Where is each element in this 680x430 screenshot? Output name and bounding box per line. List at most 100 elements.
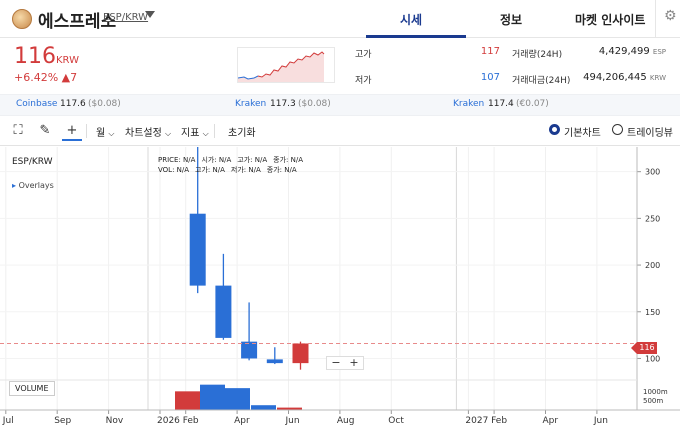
x-axis-tick-label: Jun [593, 416, 608, 426]
legend-high: 고가: N/A [237, 156, 268, 164]
volume-pane-label: VOLUME [9, 381, 55, 396]
x-axis-tick-label: Feb [183, 416, 199, 426]
y-axis-tick-label: 100 [645, 354, 660, 363]
exchange-diff: ($0.08) [88, 99, 121, 109]
x-axis-tick-label: Apr [234, 416, 250, 426]
amount-24h-number: 494,206,445 [583, 72, 647, 83]
exchange-name[interactable]: Kraken [235, 99, 266, 109]
ohlc-legend: PRICE: N/A 시가: N/A 고가: N/A 종가: N/A VOL: N/A… [158, 155, 309, 175]
chevron-down-icon: ⌵ [202, 129, 209, 138]
chevron-down-icon: ⌵ [108, 129, 115, 138]
volume-bar [175, 391, 200, 410]
current-price-tag: 116 [637, 342, 657, 354]
exchange-diff: ($0.08) [298, 99, 331, 109]
exchange-price: 117.3 [270, 99, 296, 109]
triangle-right-icon: ▸ [12, 181, 17, 190]
high-value: 117 [480, 46, 500, 57]
chart-settings-select[interactable]: 차트설정 ⌵ [125, 124, 171, 139]
tab-quote[interactable]: 시세 [400, 11, 422, 28]
header-divider [655, 0, 656, 38]
low-label: 저가 [355, 76, 372, 86]
tradingview-radio[interactable] [612, 124, 623, 135]
legend-high2: 고가: N/A [195, 166, 225, 174]
tradingview-label[interactable]: 트레이딩뷰 [627, 124, 673, 139]
indicators-select[interactable]: 지표 ⌵ [181, 124, 209, 139]
zoom-in-button[interactable]: + [345, 357, 363, 369]
overlays-label: Overlays [18, 181, 54, 190]
volume-24h-number: 4,429,499 [598, 46, 650, 57]
volume-bar [200, 384, 225, 410]
exchange-name[interactable]: Coinbase [16, 99, 57, 109]
price-sparkline [237, 47, 335, 83]
exchange-price: 117.6 [60, 99, 86, 109]
chevron-down-icon[interactable] [145, 11, 155, 18]
crosshair-icon[interactable]: + [62, 121, 82, 141]
pencil-icon[interactable]: ✎ [35, 121, 55, 141]
x-axis-tick-label: Nov [106, 416, 124, 426]
price-unit: KRW [56, 55, 79, 66]
volume-24h-label: 거래량(24H) [512, 50, 563, 60]
candle-body [215, 285, 232, 338]
tab-info[interactable]: 정보 [500, 11, 522, 28]
legend-low: 저가: N/A [230, 166, 261, 174]
active-tab-indicator [366, 35, 466, 38]
legend-price: PRICE: N/A [158, 156, 196, 164]
reset-button[interactable]: 초기화 [228, 124, 256, 139]
x-axis-tick-label: Jul [2, 416, 14, 426]
basic-chart-radio[interactable] [549, 124, 560, 135]
fullscreen-icon[interactable]: ⛶ [8, 121, 28, 141]
overlays-toggle[interactable]: ▸ Overlays [12, 181, 54, 190]
volume-bar [225, 388, 250, 410]
chevron-down-icon: ⌵ [165, 129, 172, 138]
candle-body [292, 343, 309, 364]
toolbar-divider [86, 124, 87, 138]
tab-market-insight[interactable]: 마켓 인사이트 [575, 11, 645, 28]
interval-select[interactable]: 월 ⌵ [96, 124, 114, 139]
legend-vol: VOL: N/A [158, 166, 190, 174]
candlestick-chart[interactable]: Jul Sep Nov 2026 Feb Apr Jun Aug Oct 2027 Feb Apr Ju… [0, 147, 680, 430]
volume-axis-label: 500m [643, 397, 663, 405]
x-axis-tick-label: 2027 [465, 416, 488, 426]
toolbar-divider [214, 124, 215, 138]
x-axis-tick-label: Jun [285, 416, 300, 426]
exchange-name[interactable]: Kraken [453, 99, 484, 109]
y-axis-tick-label: 150 [645, 308, 660, 317]
x-axis-tick-label: 2026 [157, 416, 180, 426]
basic-chart-label[interactable]: 기본차트 [564, 124, 601, 139]
zoom-out-button[interactable]: − [327, 357, 345, 369]
x-axis-tick-label: Apr [543, 416, 559, 426]
volume-24h-unit: ESP [652, 48, 666, 56]
candle-body [241, 341, 258, 359]
y-axis-tick-label: 200 [645, 261, 660, 270]
x-axis-tick-label: Aug [337, 416, 355, 426]
price-change-pct: +6.42% [14, 71, 59, 84]
pair-selector[interactable]: ESP/KRW [103, 12, 148, 23]
legend-close: 종가: N/A [273, 156, 304, 164]
volume-axis-label: 1000m [643, 388, 668, 396]
volume-bars [175, 384, 302, 410]
candle-body [266, 359, 283, 364]
interval-label: 월 [96, 128, 106, 139]
chart-grid [0, 147, 637, 410]
amount-24h-unit: KRW [649, 74, 666, 82]
legend-open: 시가: N/A [201, 156, 232, 164]
price-change: +6.42% ▲7 [14, 71, 77, 84]
x-axis-tick-label: Sep [54, 416, 71, 426]
indicators-label: 지표 [181, 128, 200, 139]
exchange-diff: (€0.07) [516, 99, 549, 109]
gear-icon[interactable]: ⚙ [664, 9, 678, 23]
coin-logo [12, 9, 32, 29]
chart-settings-label: 차트설정 [125, 128, 162, 139]
legend-close2: 종가: N/A [266, 166, 297, 174]
current-price: 116 [14, 44, 56, 69]
low-value: 107 [480, 72, 500, 83]
amount-24h-label: 거래대금(24H) [512, 76, 571, 86]
y-axis-tick-label: 300 [645, 168, 660, 177]
volume-bar [251, 405, 276, 410]
chart-ticker-label: ESP/KRW [12, 157, 53, 167]
price-change-abs: ▲7 [61, 71, 78, 84]
high-label: 고가 [355, 50, 372, 60]
candles [189, 147, 309, 370]
x-axis-tick-label: Oct [388, 416, 404, 426]
candle-body [189, 213, 206, 286]
